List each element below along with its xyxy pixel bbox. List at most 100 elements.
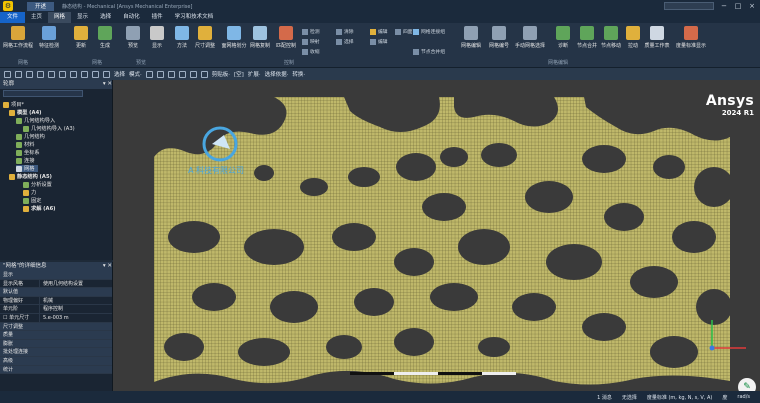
- match-control-button[interactable]: 匹配控制: [271, 26, 301, 49]
- pan-icon[interactable]: [15, 70, 22, 78]
- details-section-quality[interactable]: 质量: [0, 331, 112, 340]
- ansys-version: 2024 R1: [721, 109, 754, 117]
- outline-search-input[interactable]: [3, 90, 83, 97]
- ribbon-weld[interactable]: 编辑: [370, 28, 388, 35]
- panel-pin-icon[interactable]: ▾ ✕: [103, 80, 112, 89]
- face-select-icon[interactable]: [167, 70, 175, 78]
- menu-display[interactable]: 显示: [71, 12, 94, 23]
- status-rad[interactable]: rad/s: [737, 394, 750, 400]
- ribbon-map[interactable]: 映射: [302, 38, 320, 45]
- quality-worksheet-button[interactable]: 质量工作表: [642, 26, 672, 49]
- tree-item-geometry-import-a3[interactable]: 几何结构导入 (A3): [23, 125, 75, 132]
- isometric-icon[interactable]: [103, 70, 110, 78]
- menu-selection[interactable]: 选择: [94, 12, 117, 23]
- details-section-advanced[interactable]: 高级: [0, 356, 112, 366]
- ribbon-connect-group[interactable]: 网格连接组: [413, 28, 445, 35]
- toolbar-mode[interactable]: 模式·: [129, 70, 142, 78]
- generate-icon: [98, 26, 112, 40]
- metric-display-button[interactable]: 度量标准显示: [676, 26, 706, 49]
- toolbar-select-by[interactable]: 选择依据·: [265, 70, 289, 78]
- menu-learning[interactable]: 学习和技术文档: [169, 12, 220, 23]
- quick-search-input[interactable]: [664, 2, 714, 10]
- zoom-out-icon[interactable]: [70, 70, 77, 78]
- generate-button[interactable]: 生成: [90, 26, 120, 49]
- mesh-workflow-button[interactable]: 网格工作流程: [3, 26, 33, 49]
- tree-item-connections[interactable]: 连接: [16, 157, 34, 164]
- element-select-icon[interactable]: [200, 70, 208, 78]
- details-section-sizing[interactable]: 尺寸调整: [0, 322, 112, 332]
- node-merge-group-icon: [413, 48, 419, 55]
- box-zoom-icon[interactable]: [37, 70, 44, 78]
- geometry-import-icon: [16, 117, 22, 124]
- details-row-element-order[interactable]: 单元阶 程序控制: [0, 305, 112, 314]
- mesh-numbering-button[interactable]: 网格编号: [484, 26, 514, 49]
- zoom-icon[interactable]: [26, 70, 33, 78]
- details-section-display[interactable]: 显示: [0, 271, 112, 280]
- details-section-batch-connections[interactable]: 批处理连接: [0, 348, 112, 357]
- status-angle[interactable]: 度: [722, 394, 727, 401]
- details-row-display-style[interactable]: 显示风格 使用几何结构设置: [0, 279, 112, 289]
- title-tab[interactable]: 开述: [27, 1, 55, 11]
- feature-detect-button[interactable]: 特征检测: [34, 26, 64, 49]
- mesh-edit-button[interactable]: 网格编辑: [456, 26, 486, 49]
- tree-item-solution[interactable]: 求解 (A6): [23, 205, 56, 212]
- previous-view-icon[interactable]: [81, 70, 88, 78]
- status-units[interactable]: 度量标准 (m, kg, N, s, V, A): [647, 394, 713, 401]
- manual-mesh-select-button[interactable]: 手动网格选择: [515, 26, 545, 49]
- tree-item-project[interactable]: 项目*: [3, 101, 24, 108]
- tree-item-geometry-import[interactable]: 几何结构导入: [16, 117, 55, 124]
- ribbon-detect[interactable]: 检测: [302, 28, 320, 35]
- details-section-statistics[interactable]: 统计: [0, 365, 112, 375]
- edge-select-icon[interactable]: [156, 70, 164, 78]
- menu-automation[interactable]: 自动化: [117, 12, 146, 23]
- maximize-icon[interactable]: □: [732, 1, 744, 11]
- ribbon-select[interactable]: 选择: [336, 38, 354, 45]
- ribbon-edit[interactable]: 编辑: [370, 38, 388, 45]
- title-bar: ⚙ 开述 静态结构 - Mechanical [Ansys Mechanical…: [0, 0, 760, 12]
- tree-item-geometry[interactable]: 几何结构: [16, 133, 45, 140]
- sizing-button[interactable]: 尺寸调整: [190, 26, 220, 49]
- ribbon-shrink[interactable]: 收缩: [302, 48, 320, 55]
- menu-mesh[interactable]: 网格: [48, 12, 72, 23]
- tree-item-model[interactable]: 模型 (A4): [9, 109, 42, 116]
- tree-item-coordinate-systems[interactable]: 坐标系: [16, 149, 40, 156]
- details-section-defaults[interactable]: 默认值: [0, 288, 112, 297]
- details-pin-icon[interactable]: ▾ ✕: [103, 262, 112, 271]
- tree-item-materials[interactable]: 材料: [16, 141, 34, 148]
- details-row-physics-preference[interactable]: 物理偏好 机械: [0, 296, 112, 306]
- vertex-select-icon[interactable]: [145, 70, 153, 78]
- ribbon-quad[interactable]: 四面: [395, 28, 413, 35]
- toolbar-extend[interactable]: 扩展·: [248, 70, 261, 78]
- zoom-in-icon[interactable]: [59, 70, 66, 78]
- tree-item-force[interactable]: 力: [23, 189, 36, 196]
- edit-icon: [370, 38, 376, 45]
- status-messages[interactable]: 1 消息: [597, 394, 612, 401]
- node-select-icon[interactable]: [189, 70, 197, 78]
- toolbar-select[interactable]: 选择: [114, 70, 125, 78]
- ribbon-node-merge-group[interactable]: 节点合并组: [413, 48, 445, 55]
- graphics-toolbar: 选择 模式· 剪贴板· [空] 扩展· 选择依据· 转换·: [0, 68, 760, 80]
- menu-home[interactable]: 主页: [25, 12, 48, 23]
- toolbar-clipboard[interactable]: 剪贴板·: [212, 70, 230, 78]
- ribbon-clear[interactable]: 清除: [336, 28, 354, 35]
- tree-item-fixed[interactable]: 固定: [23, 197, 41, 204]
- rotate-icon[interactable]: [4, 70, 11, 78]
- tree-item-mesh[interactable]: 网格: [16, 165, 39, 172]
- menu-file[interactable]: 文件: [0, 12, 26, 23]
- close-icon[interactable]: ×: [746, 1, 758, 11]
- details-row-element-size[interactable]: ☐ 单元尺寸 5.e-003 m: [0, 313, 112, 323]
- fit-icon[interactable]: [48, 70, 55, 78]
- tree-item-static-structural[interactable]: 静态结构 (A5): [9, 173, 52, 180]
- geometry-import-a3-icon: [23, 125, 29, 132]
- body-select-icon[interactable]: [178, 70, 186, 78]
- axis-triad: [709, 320, 746, 351]
- force-icon: [23, 189, 29, 196]
- minimize-icon[interactable]: −: [718, 1, 730, 11]
- tree-item-analysis-settings[interactable]: 分析设置: [23, 181, 52, 188]
- toolbar-empty[interactable]: [空]: [234, 70, 244, 78]
- menu-plugins[interactable]: 插件: [146, 12, 169, 23]
- toolbar-convert[interactable]: 转换·: [292, 70, 305, 78]
- details-section-inflation[interactable]: 膨胀: [0, 339, 112, 349]
- mesh-model[interactable]: A 科技有限公司: [154, 97, 730, 389]
- next-view-icon[interactable]: [92, 70, 99, 78]
